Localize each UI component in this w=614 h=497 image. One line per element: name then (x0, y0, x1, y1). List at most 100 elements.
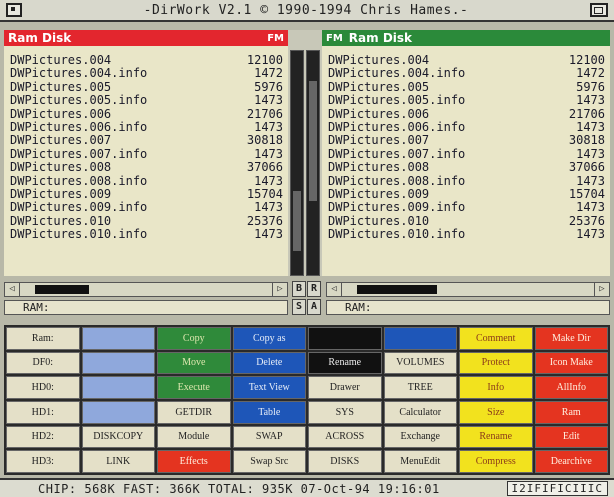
file-row[interactable]: DWPictures.009.info 1473 (4, 200, 288, 214)
edit-button[interactable]: Edit (534, 425, 608, 449)
close-gadget-icon[interactable] (6, 3, 22, 17)
sys-button[interactable]: SYS (308, 400, 382, 424)
right-path-field[interactable]: RAM: (326, 300, 610, 315)
file-row[interactable]: DWPictures.006.info 1473 (4, 120, 288, 134)
info-button[interactable]: Info (459, 376, 533, 399)
file-row[interactable]: DWPictures.008.info 1473 (322, 174, 610, 188)
tree-button[interactable]: TREE (383, 376, 457, 399)
ram-button[interactable]: Ram (534, 400, 608, 424)
right-scrollbar[interactable] (306, 50, 320, 276)
across-button[interactable]: ACROSS (308, 425, 382, 449)
file-row[interactable]: DWPictures.005.info 1473 (4, 93, 288, 107)
right-scrollbar-knob[interactable] (309, 81, 317, 201)
file-row[interactable]: DWPictures.004.info 1472 (4, 66, 288, 80)
window-titlebar[interactable]: -DirWork V2.1 © 1990-1994 Chris Hames.- (0, 0, 614, 22)
text-view-button[interactable]: Text View (232, 376, 306, 399)
file-row[interactable]: DWPictures.008 37066 (4, 160, 288, 174)
device-button-ram[interactable]: Ram: (6, 327, 80, 350)
file-row[interactable]: DWPictures.004.info 1472 (322, 66, 610, 80)
file-row[interactable]: DWPictures.005 5976 (322, 80, 610, 94)
volumes-button[interactable]: VOLUMES (383, 351, 457, 375)
move-button[interactable]: Move (157, 351, 231, 375)
depth-gadget-icon[interactable] (590, 3, 608, 17)
command-button[interactable] (81, 400, 155, 424)
buffer-button[interactable]: B (292, 281, 306, 297)
command-button[interactable] (81, 327, 155, 350)
comment-button[interactable]: Comment (459, 327, 533, 350)
swap-src-button[interactable]: Swap Src (232, 450, 306, 473)
file-row[interactable]: DWPictures.007 30818 (322, 133, 610, 147)
right-scroll-arrow-icon[interactable]: ▷ (594, 283, 609, 296)
file-row[interactable]: DWPictures.006 21706 (322, 107, 610, 121)
command-button[interactable] (81, 376, 155, 399)
diskcopy-button[interactable]: DISKCOPY (81, 425, 155, 449)
allinfo-button[interactable]: AllInfo (534, 376, 608, 399)
left-scroll-arrow-icon[interactable]: ◁ (327, 283, 342, 296)
file-row[interactable]: DWPictures.008 37066 (322, 160, 610, 174)
left-scroll-arrow-icon[interactable]: ◁ (5, 283, 20, 296)
rename-button[interactable]: Rename (308, 351, 382, 375)
file-row[interactable]: DWPictures.004 12100 (4, 53, 288, 67)
left-scrollbar-knob[interactable] (293, 191, 301, 251)
left-scrollbar[interactable] (290, 50, 304, 276)
file-row[interactable]: DWPictures.007.info 1473 (4, 147, 288, 161)
menuedit-button[interactable]: MenuEdit (383, 450, 457, 473)
file-row[interactable]: DWPictures.006 21706 (4, 107, 288, 121)
file-row[interactable]: DWPictures.009.info 1473 (322, 200, 610, 214)
file-row[interactable]: DWPictures.010.info 1473 (4, 227, 288, 241)
select-button[interactable]: S (292, 299, 306, 315)
file-row[interactable]: DWPictures.007 30818 (4, 133, 288, 147)
right-scroll-arrow-icon[interactable]: ▷ (272, 283, 287, 296)
file-row[interactable]: DWPictures.005 5976 (4, 80, 288, 94)
size-button[interactable]: Size (459, 400, 533, 424)
file-row[interactable]: DWPictures.004 12100 (322, 53, 610, 67)
left-file-panel[interactable]: Ram Disk FM DWPictures.004 12100 DWPictur… (4, 30, 288, 276)
execute-button[interactable]: Execute (157, 376, 231, 399)
device-button-hd0[interactable]: HD0: (6, 376, 80, 399)
file-row[interactable]: DWPictures.010 25376 (4, 214, 288, 228)
file-row[interactable]: DWPictures.008.info 1473 (4, 174, 288, 188)
delete-button[interactable]: Delete (232, 351, 306, 375)
file-row[interactable]: DWPictures.010 25376 (322, 214, 610, 228)
effects-button[interactable]: Effects (157, 450, 231, 473)
table-button[interactable]: Table (232, 400, 306, 424)
file-row[interactable]: DWPictures.009 15704 (322, 187, 610, 201)
disks-button[interactable]: DISKS (308, 450, 382, 473)
left-file-list[interactable]: DWPictures.004 12100 DWPictures.004.info 1… (4, 46, 288, 241)
all-button[interactable]: A (307, 299, 321, 315)
compress-button[interactable]: Compress (459, 450, 533, 473)
command-button[interactable] (81, 351, 155, 375)
file-row[interactable]: DWPictures.009 15704 (4, 187, 288, 201)
left-hscroll-knob[interactable] (35, 285, 89, 294)
dearchive-button[interactable]: Dearchive (534, 450, 608, 473)
device-button-hd2[interactable]: HD2: (6, 425, 80, 449)
file-row[interactable]: DWPictures.007.info 1473 (322, 147, 610, 161)
module-button[interactable]: Module (157, 425, 231, 449)
right-file-list[interactable]: DWPictures.004 12100 DWPictures.004.info 1… (322, 46, 610, 241)
swap-button[interactable]: SWAP (232, 425, 306, 449)
link-button[interactable]: LINK (81, 450, 155, 473)
getdir-button[interactable]: GETDIR (157, 400, 231, 424)
left-horizontal-scroller[interactable]: ◁ ▷ (4, 282, 288, 297)
exchange-button[interactable]: Exchange (383, 425, 457, 449)
device-button-df0[interactable]: DF0: (6, 351, 80, 375)
make-dir-button[interactable]: Make Dir (534, 327, 608, 350)
right-file-panel[interactable]: FM Ram Disk DWPictures.004 12100 DWPictur… (322, 30, 610, 276)
icon-make-button[interactable]: Icon Make (534, 351, 608, 375)
right-hscroll-knob[interactable] (357, 285, 437, 294)
status-field[interactable]: I2IFIFICIIIC (506, 481, 608, 496)
device-button-hd1[interactable]: HD1: (6, 400, 80, 424)
file-row[interactable]: DWPictures.006.info 1473 (322, 120, 610, 134)
command-button[interactable] (308, 327, 382, 350)
protect-button[interactable]: Protect (459, 351, 533, 375)
reread-button[interactable]: R (307, 281, 321, 297)
rename-button[interactable]: Rename (459, 425, 533, 449)
drawer-button[interactable]: Drawer (308, 376, 382, 399)
left-path-field[interactable]: RAM: (4, 300, 288, 315)
command-button[interactable] (383, 327, 457, 350)
right-horizontal-scroller[interactable]: ◁ ▷ (326, 282, 610, 297)
file-row[interactable]: DWPictures.005.info 1473 (322, 93, 610, 107)
file-row[interactable]: DWPictures.010.info 1473 (322, 227, 610, 241)
copy-button[interactable]: Copy (157, 327, 231, 350)
copy-as-button[interactable]: Copy as (232, 327, 306, 350)
